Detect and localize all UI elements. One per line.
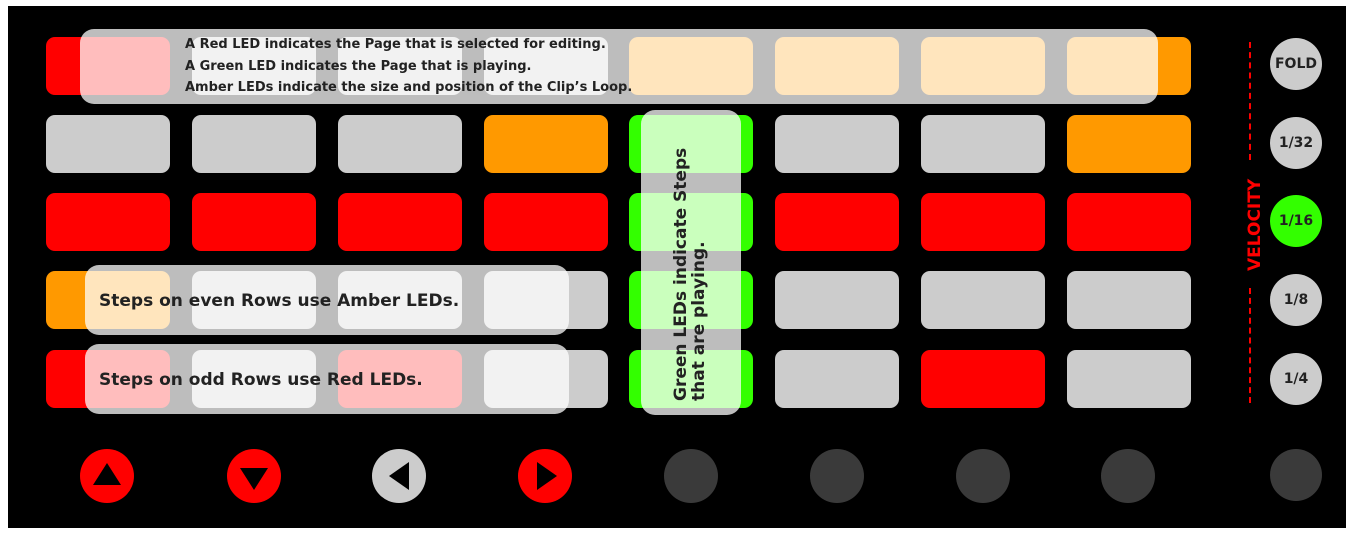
bottom-button-blank[interactable] [664, 449, 718, 503]
green-steps-annotation-line-2: that are playing. [689, 241, 709, 401]
arrow-left-icon [389, 462, 409, 490]
grid-pad-r5-c6[interactable] [775, 350, 899, 408]
grid-pad-r5-c8[interactable] [1067, 350, 1191, 408]
even-rows-annotation-text: Steps on even Rows use Amber LEDs. [99, 291, 460, 311]
bottom-button-arrow-up[interactable] [80, 449, 134, 503]
velocity-dashed-line-top [1249, 42, 1251, 160]
arrow-down-icon [240, 468, 268, 490]
side-button-label: 1/8 [1283, 292, 1309, 308]
bottom-button-arrow-left[interactable] [372, 449, 426, 503]
grid-pad-r3-c3[interactable] [338, 193, 462, 251]
grid-pad-r2-c8[interactable] [1067, 115, 1191, 173]
grid-pad-r3-c8[interactable] [1067, 193, 1191, 251]
side-button-1-16[interactable]: 1/16 [1270, 195, 1322, 247]
top-annotation-line-2: A Green LED indicates the Page that is p… [185, 59, 532, 74]
side-button-1-32[interactable]: 1/32 [1270, 117, 1322, 169]
bottom-button-arrow-down[interactable] [227, 449, 281, 503]
top-annotation-line-3: Amber LEDs indicate the size and positio… [185, 80, 633, 95]
side-button-label: 1/16 [1278, 213, 1314, 229]
side-button-label: 1/4 [1283, 371, 1309, 387]
velocity-dashed-line-bottom [1249, 288, 1251, 403]
top-annotation-line-1: A Red LED indicates the Page that is sel… [185, 37, 606, 52]
grid-pad-r5-c7[interactable] [921, 350, 1045, 408]
grid-pad-r3-c1[interactable] [46, 193, 170, 251]
green-steps-annotation-text: Green LEDs indicate Steps that are playi… [671, 147, 709, 401]
grid-pad-r2-c2[interactable] [192, 115, 316, 173]
bottom-button-blank[interactable] [1101, 449, 1155, 503]
grid-pad-r3-c6[interactable] [775, 193, 899, 251]
bottom-button-blank[interactable] [956, 449, 1010, 503]
side-button-1-8[interactable]: 1/8 [1270, 274, 1322, 326]
grid-pad-r2-c6[interactable] [775, 115, 899, 173]
arrow-up-icon [93, 463, 121, 485]
launchpad-board: FOLD 1/32 1/16 1/8 1/4 VELOCITY A Red LED in… [8, 6, 1346, 528]
grid-pad-r3-c7[interactable] [921, 193, 1045, 251]
bottom-button-blank[interactable] [810, 449, 864, 503]
side-button-blank[interactable] [1270, 449, 1322, 501]
grid-pad-r2-c1[interactable] [46, 115, 170, 173]
grid-pad-r2-c7[interactable] [921, 115, 1045, 173]
side-button-fold[interactable]: FOLD [1270, 38, 1322, 90]
grid-pad-r2-c3[interactable] [338, 115, 462, 173]
side-button-label: FOLD [1274, 56, 1317, 72]
grid-pad-r4-c8[interactable] [1067, 271, 1191, 329]
grid-pad-r2-c4[interactable] [484, 115, 608, 173]
grid-pad-r4-c7[interactable] [921, 271, 1045, 329]
green-steps-annotation-line-1: Green LEDs indicate Steps [671, 147, 691, 401]
side-button-1-4[interactable]: 1/4 [1270, 353, 1322, 405]
bottom-button-arrow-right[interactable] [518, 449, 572, 503]
arrow-right-icon [537, 462, 557, 490]
grid-pad-r3-c4[interactable] [484, 193, 608, 251]
odd-rows-annotation-text: Steps on odd Rows use Red LEDs. [99, 370, 423, 390]
velocity-label: VELOCITY [1245, 178, 1265, 271]
grid-pad-r4-c6[interactable] [775, 271, 899, 329]
side-button-label: 1/32 [1278, 135, 1314, 151]
grid-pad-r3-c2[interactable] [192, 193, 316, 251]
